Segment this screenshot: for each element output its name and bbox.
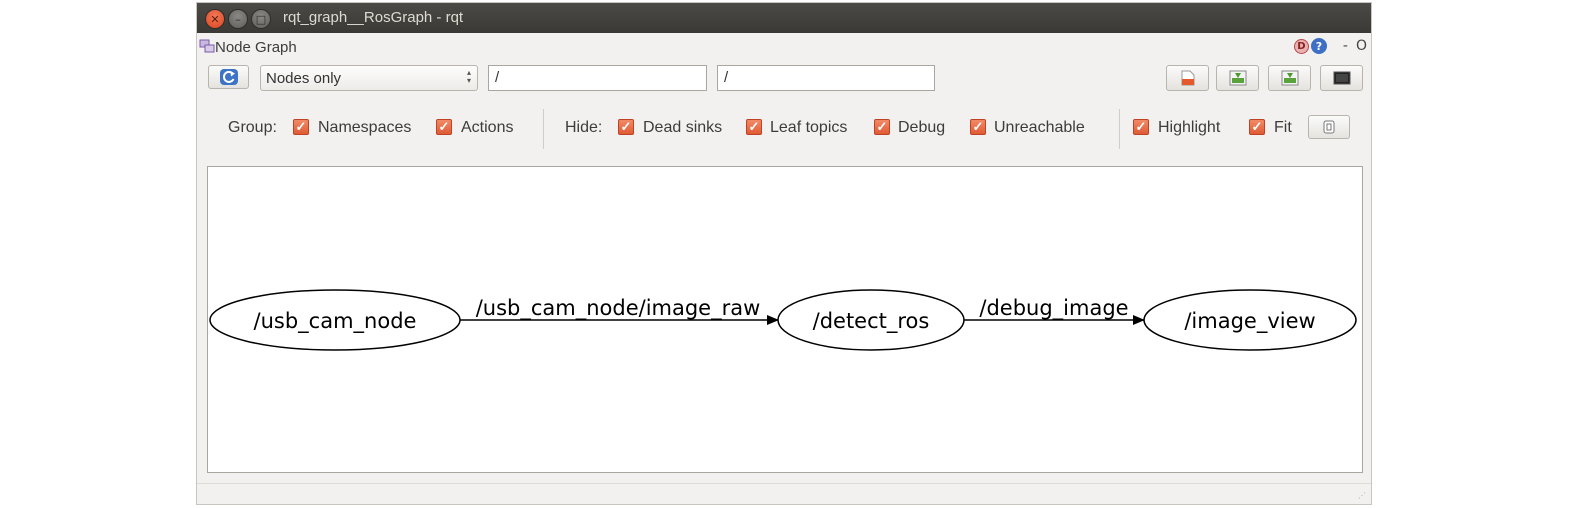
screen-icon bbox=[1333, 71, 1350, 85]
minimize-window-button[interactable]: – bbox=[228, 9, 248, 29]
hide-label: Hide: bbox=[565, 119, 603, 136]
save-svg-button[interactable] bbox=[1268, 65, 1311, 91]
unreachable-checkbox[interactable]: ✓ bbox=[970, 119, 986, 135]
close-panel-button[interactable]: O bbox=[1356, 38, 1367, 54]
unreachable-label[interactable]: Unreachable bbox=[994, 119, 1085, 137]
leaf-topics-checkbox[interactable]: ✓ bbox=[746, 119, 762, 135]
graph-mode-value: Nodes only bbox=[266, 70, 342, 87]
namespaces-label[interactable]: Namespaces bbox=[318, 119, 411, 137]
rqt-window: ✕ – □ rqt_graph__RosGraph - rqt Node Gra… bbox=[196, 2, 1372, 505]
minimize-panel-button[interactable]: - bbox=[1343, 38, 1348, 54]
highlight-label[interactable]: Highlight bbox=[1158, 119, 1220, 137]
graph-options-bar: Group: ✓ Namespaces ✓ Actions Hide: ✓ De… bbox=[197, 109, 1371, 149]
group-label: Group: bbox=[228, 119, 277, 136]
node-label: /usb_cam_node bbox=[254, 309, 417, 334]
window-title: rqt_graph__RosGraph - rqt bbox=[283, 9, 464, 26]
actions-label[interactable]: Actions bbox=[461, 119, 513, 137]
options-separator bbox=[1119, 109, 1120, 149]
node-label: /image_view bbox=[1184, 309, 1315, 334]
edge-label: /usb_cam_node/image_raw bbox=[476, 296, 761, 321]
dock-d-icon[interactable]: D bbox=[1293, 38, 1309, 54]
leaf-topics-label[interactable]: Leaf topics bbox=[770, 119, 847, 137]
open-file-icon bbox=[1181, 70, 1194, 86]
highlight-checkbox[interactable]: ✓ bbox=[1133, 119, 1149, 135]
dead-sinks-label[interactable]: Dead sinks bbox=[643, 119, 722, 137]
node-label: /detect_ros bbox=[813, 309, 930, 334]
edge-label: /debug_image bbox=[979, 296, 1128, 321]
refresh-button[interactable] bbox=[208, 65, 249, 89]
spin-arrows-icon: ▴ ▾ bbox=[466, 68, 471, 85]
resize-grip-icon[interactable]: ⋰ bbox=[1358, 492, 1368, 504]
ros-graph-svg: /usb_cam_node/image_raw /debug_image /us… bbox=[209, 289, 1357, 351]
graph-toolbar: Nodes only ▴ ▾ / / bbox=[197, 63, 1371, 95]
actions-checkbox[interactable]: ✓ bbox=[436, 119, 452, 135]
panel-title: Node Graph bbox=[215, 39, 297, 56]
panel-header: Node Graph D ? - O bbox=[197, 34, 1371, 60]
fit-view-icon bbox=[1323, 120, 1335, 134]
namespaces-checkbox[interactable]: ✓ bbox=[293, 119, 309, 135]
topic-filter-input[interactable]: / bbox=[717, 65, 935, 91]
fit-in-view-button[interactable] bbox=[1308, 115, 1350, 139]
save-image-button[interactable] bbox=[1320, 65, 1363, 91]
graph-mode-select[interactable]: Nodes only ▴ ▾ bbox=[260, 65, 478, 91]
options-separator bbox=[543, 109, 544, 149]
node-graph-icon bbox=[199, 39, 215, 53]
namespace-filter-input[interactable]: / bbox=[488, 65, 707, 91]
save-dot-button[interactable] bbox=[1216, 65, 1259, 91]
graph-canvas[interactable]: /usb_cam_node/image_raw /debug_image /us… bbox=[207, 166, 1363, 473]
status-bar: ⋰ bbox=[197, 483, 1371, 506]
dead-sinks-checkbox[interactable]: ✓ bbox=[618, 119, 634, 135]
load-dot-button[interactable] bbox=[1166, 65, 1209, 91]
maximize-window-button[interactable]: □ bbox=[251, 9, 271, 29]
fit-label[interactable]: Fit bbox=[1274, 119, 1292, 137]
close-window-button[interactable]: ✕ bbox=[205, 9, 225, 29]
refresh-icon bbox=[219, 69, 238, 85]
save-green-icon bbox=[1229, 70, 1246, 86]
help-icon[interactable]: ? bbox=[1310, 38, 1327, 54]
debug-label[interactable]: Debug bbox=[898, 119, 945, 137]
debug-checkbox[interactable]: ✓ bbox=[874, 119, 890, 135]
save-image-icon bbox=[1281, 70, 1298, 86]
fit-checkbox[interactable]: ✓ bbox=[1249, 119, 1265, 135]
title-bar[interactable]: ✕ – □ rqt_graph__RosGraph - rqt bbox=[197, 3, 1371, 33]
